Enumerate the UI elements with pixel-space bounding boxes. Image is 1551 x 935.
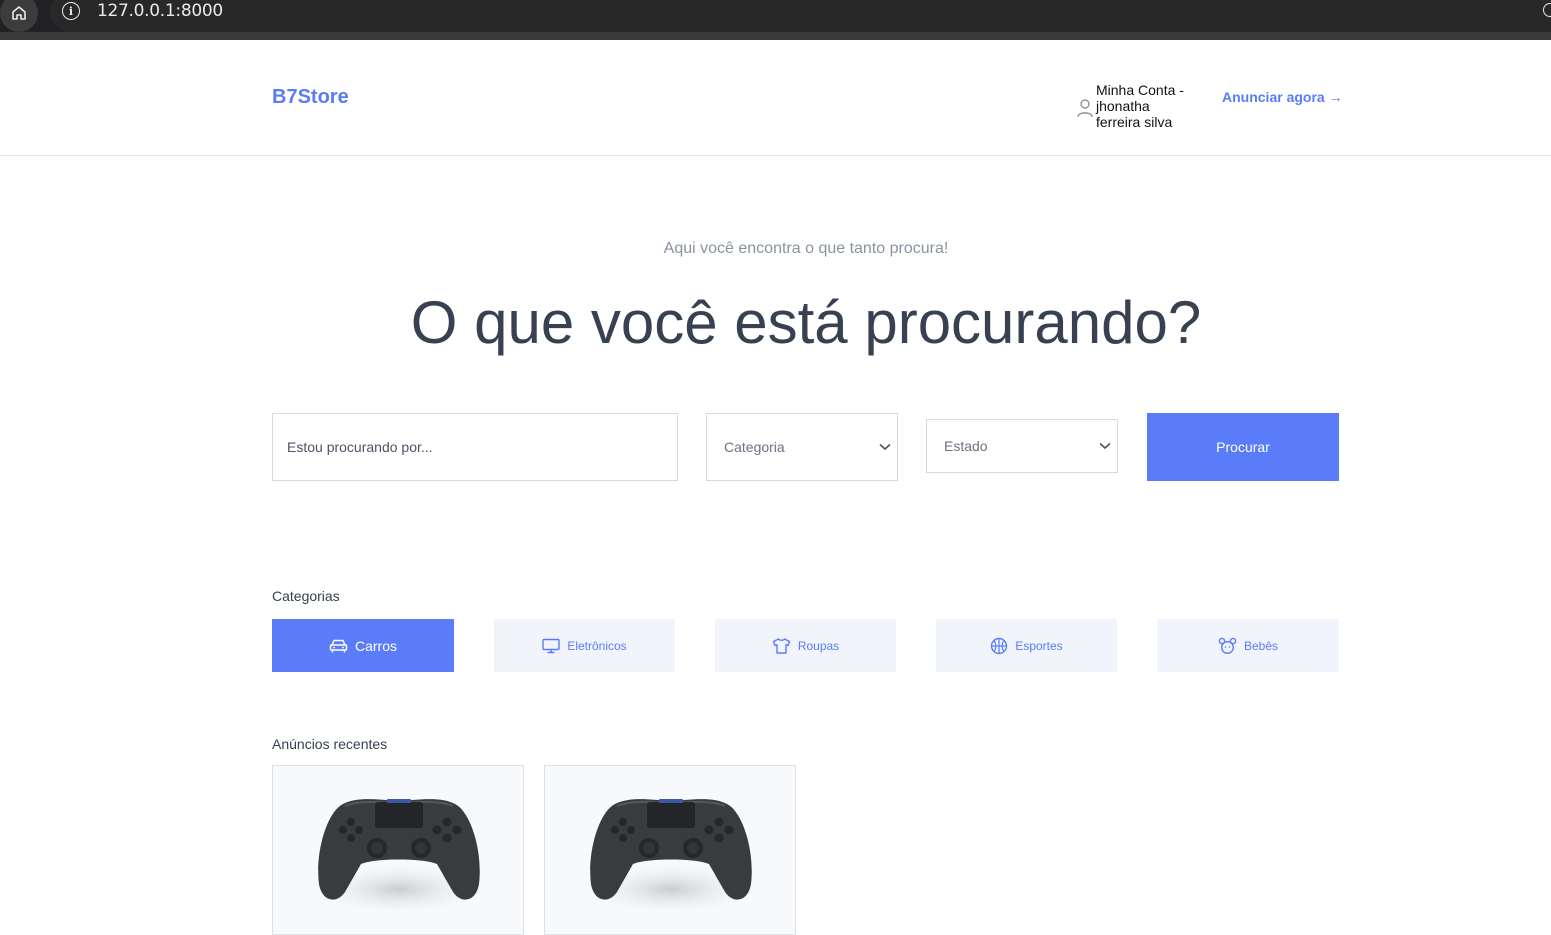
category-label: Eletrônicos xyxy=(567,638,627,653)
state-select-value: Estado xyxy=(944,438,988,454)
hero-tagline: Aqui você encontra o que tanto procura! xyxy=(663,240,949,257)
chevron-down-icon xyxy=(1099,442,1111,450)
category-eletronicos[interactable]: Eletrônicos xyxy=(494,619,675,672)
shirt-icon xyxy=(772,637,791,654)
chevron-down-icon xyxy=(879,443,891,451)
announce-now-link[interactable]: Anunciar agora → xyxy=(1222,89,1343,105)
account-link[interactable]: Minha Conta - jhonatha ferreira silva xyxy=(1076,82,1186,130)
category-label: Carros xyxy=(354,637,397,654)
logo[interactable]: B7Store xyxy=(272,86,349,109)
category-select[interactable]: Categoria xyxy=(706,413,898,481)
search-button[interactable]: Procurar xyxy=(1147,413,1339,481)
ad-card[interactable] xyxy=(272,765,524,935)
browser-action-icon[interactable] xyxy=(1543,3,1551,17)
category-select-value: Categoria xyxy=(724,439,785,455)
baby-icon xyxy=(1218,637,1237,654)
category-esportes[interactable]: Esportes xyxy=(936,619,1117,672)
basketball-icon xyxy=(991,637,1008,654)
account-label[interactable]: Minha Conta - jhonatha ferreira silva xyxy=(1096,82,1186,130)
category-label: Roupas xyxy=(797,638,840,653)
state-select[interactable]: Estado xyxy=(926,419,1118,473)
car-icon xyxy=(329,639,348,652)
address-bar[interactable] xyxy=(50,0,1551,32)
game-controller-image xyxy=(315,799,483,910)
site-header: B7Store Minha Conta - jhonatha ferreira … xyxy=(0,40,1551,156)
ad-card[interactable] xyxy=(544,765,796,935)
game-controller-image xyxy=(587,799,755,910)
hero-headline: O que você está procurando? xyxy=(410,289,1202,356)
info-icon[interactable]: i xyxy=(62,2,80,20)
search-input[interactable] xyxy=(272,413,678,481)
recent-ads-title: Anúncios recentes xyxy=(272,736,388,752)
category-roupas[interactable]: Roupas xyxy=(715,619,896,672)
browser-toolbar-edge xyxy=(0,32,1551,40)
monitor-icon xyxy=(542,638,561,653)
categories-title: Categorias xyxy=(272,588,340,604)
category-carros[interactable]: Carros xyxy=(272,619,454,672)
category-label: Esportes xyxy=(1015,638,1063,653)
category-bebes[interactable]: Bebês xyxy=(1157,619,1339,672)
user-icon xyxy=(1077,99,1093,118)
browser-toolbar: i 127.0.0.1:8000 xyxy=(0,0,1551,40)
home-icon[interactable] xyxy=(0,0,38,32)
url-text[interactable]: 127.0.0.1:8000 xyxy=(97,1,223,21)
category-label: Bebês xyxy=(1243,638,1279,653)
